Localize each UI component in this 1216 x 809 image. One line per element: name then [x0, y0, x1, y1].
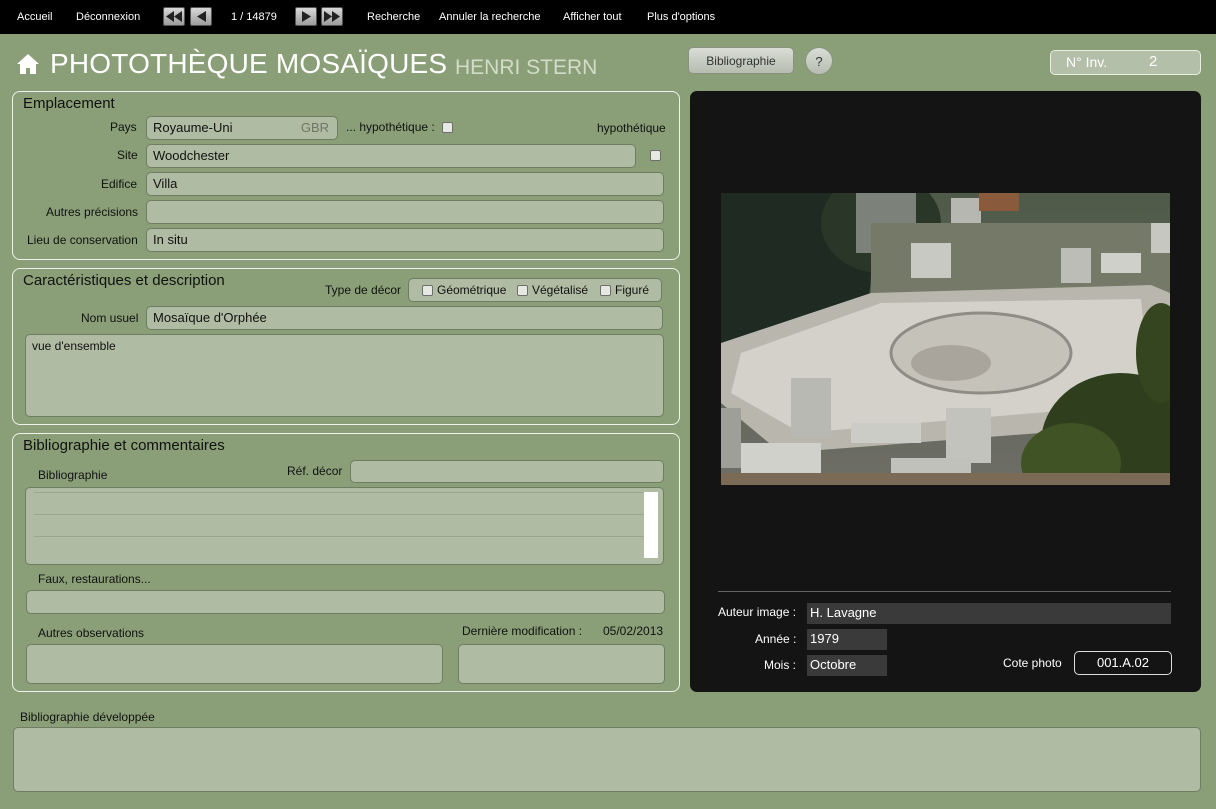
bibliographie-row[interactable]	[34, 492, 644, 514]
nom-usuel-label: Nom usuel	[81, 311, 139, 325]
type-decor-options: Géométrique Végétalisé Figuré	[408, 278, 662, 302]
bibliographie-title: Bibliographie et commentaires	[23, 437, 225, 454]
hypothetique-pays-label: ... hypothétique :	[346, 120, 435, 134]
fast-forward-icon	[324, 11, 340, 22]
bibliographie-list[interactable]	[25, 487, 664, 565]
auteur-image-label: Auteur image :	[718, 605, 797, 619]
hypothetique-site-checkbox[interactable]	[650, 150, 661, 161]
inv-label: N° Inv.	[1066, 54, 1108, 70]
site-label: Site	[117, 148, 138, 162]
inv-value: 2	[1149, 53, 1158, 70]
annuler-recherche-link[interactable]: Annuler la recherche	[439, 11, 541, 23]
autres-precisions-label: Autres précisions	[46, 205, 139, 219]
faux-restaurations-field[interactable]	[26, 590, 665, 614]
annee-field[interactable]: 1979	[807, 629, 887, 650]
edifice-field[interactable]: Villa	[146, 172, 664, 196]
help-button[interactable]: ?	[805, 47, 833, 75]
bibliographie-row[interactable]	[34, 536, 644, 558]
home-icon[interactable]	[16, 53, 40, 75]
cote-photo-field[interactable]: 001.A.02	[1074, 651, 1172, 675]
last-record-button[interactable]	[321, 7, 343, 26]
image-separator	[718, 591, 1171, 592]
autres-observations-field[interactable]	[26, 644, 443, 684]
record-counter: 1 / 14879	[231, 11, 277, 23]
hypothetique-pays-checkbox[interactable]	[442, 122, 453, 133]
next-record-button[interactable]	[295, 7, 317, 26]
bibliographie-developpee-label: Bibliographie développée	[20, 710, 155, 724]
ref-decor-field[interactable]	[350, 460, 664, 483]
plus-options-link[interactable]: Plus d'options	[647, 11, 715, 23]
faux-restaurations-label: Faux, restaurations...	[38, 572, 151, 586]
recherche-link[interactable]: Recherche	[367, 11, 420, 23]
mosaic-photo[interactable]	[721, 193, 1170, 485]
inventory-number-box: N° Inv. 2	[1050, 50, 1201, 75]
nom-usuel-field[interactable]: Mosaïque d'Orphée	[146, 306, 663, 330]
pays-field[interactable]: Royaume-Uni GBR	[146, 116, 338, 140]
app-title: PHOTOTHÈQUE MOSAÏQUES	[50, 48, 448, 79]
mois-field[interactable]: Octobre	[807, 655, 887, 676]
edifice-label: Edifice	[101, 177, 138, 191]
figure-checkbox[interactable]	[600, 285, 611, 296]
derniere-modification-label: Dernière modification :	[462, 624, 583, 638]
bibliographie-label: Bibliographie	[38, 468, 108, 482]
bibliographie-scrollbar[interactable]	[644, 492, 658, 558]
auteur-image-field[interactable]: H. Lavagne	[807, 603, 1171, 624]
type-decor-label: Type de décor	[325, 283, 402, 297]
rewind-icon	[166, 11, 182, 22]
bibliographie-developpee-field[interactable]	[13, 727, 1201, 792]
previous-record-button[interactable]	[190, 7, 212, 26]
figure-label: Figuré	[615, 283, 650, 297]
pays-value: Royaume-Uni	[153, 120, 233, 135]
caracteristiques-title: Caractéristiques et description	[23, 272, 225, 289]
pays-label: Pays	[110, 120, 137, 134]
hypothetique-site-header: hypothétique	[597, 121, 666, 135]
annee-label: Année :	[755, 632, 797, 646]
vegetalise-checkbox[interactable]	[517, 285, 528, 296]
deconnexion-link[interactable]: Déconnexion	[76, 11, 140, 23]
derniere-modification-field[interactable]	[458, 644, 665, 684]
vegetalise-label: Végétalisé	[532, 283, 589, 297]
geometrique-checkbox[interactable]	[422, 285, 433, 296]
accueil-link[interactable]: Accueil	[17, 11, 52, 23]
first-record-button[interactable]	[163, 7, 185, 26]
app-subtitle: HENRI STERN	[455, 56, 598, 79]
afficher-tout-link[interactable]: Afficher tout	[563, 11, 622, 23]
bibliographie-button[interactable]: Bibliographie	[688, 47, 794, 74]
triangle-right-icon	[301, 11, 311, 22]
emplacement-title: Emplacement	[23, 95, 115, 112]
image-panel: Auteur image : H. Lavagne Année : 1979 M…	[690, 91, 1201, 692]
triangle-left-icon	[196, 11, 206, 22]
autres-observations-label: Autres observations	[38, 626, 145, 640]
description-textarea[interactable]: vue d'ensemble	[25, 334, 664, 417]
lieu-conservation-field[interactable]: In situ	[146, 228, 664, 252]
cote-photo-label: Cote photo	[1003, 656, 1062, 670]
top-toolbar: Accueil Déconnexion 1 / 14879 Recherche …	[0, 0, 1216, 34]
lieu-conservation-label: Lieu de conservation	[27, 233, 138, 247]
site-field[interactable]: Woodchester	[146, 144, 636, 168]
geometrique-label: Géométrique	[437, 283, 507, 297]
bibliographie-row[interactable]	[34, 514, 644, 536]
pays-code: GBR	[300, 120, 329, 135]
autres-precisions-field[interactable]	[146, 200, 664, 224]
derniere-modification-value: 05/02/2013	[603, 624, 664, 638]
mois-label: Mois :	[764, 658, 797, 672]
ref-decor-label: Réf. décor	[287, 464, 343, 478]
